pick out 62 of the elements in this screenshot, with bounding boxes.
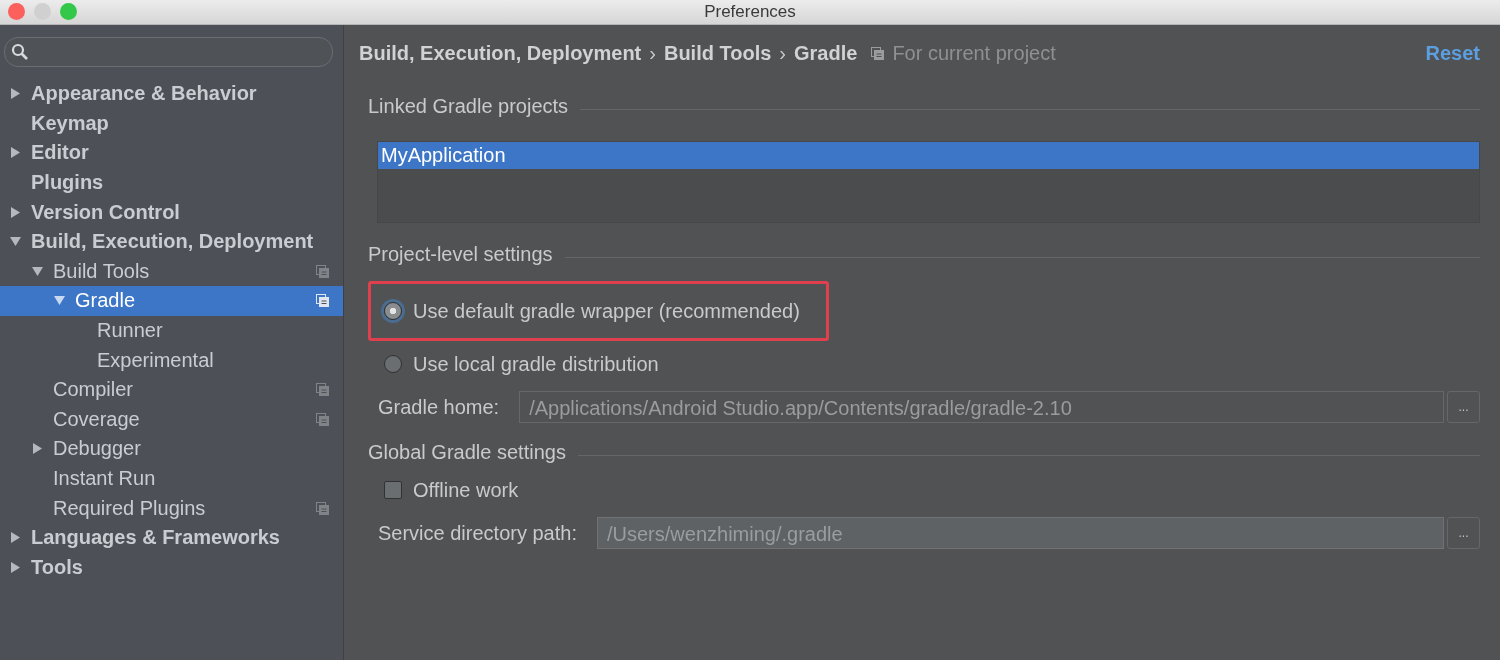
tree-label: Languages & Frameworks bbox=[31, 526, 281, 550]
tree-label: Compiler bbox=[53, 378, 135, 402]
checkbox[interactable] bbox=[384, 481, 402, 499]
field-label: Gradle home: bbox=[378, 395, 500, 419]
window-title: Preferences bbox=[704, 2, 796, 22]
section-title: Project-level settings bbox=[368, 242, 553, 266]
tree-item[interactable]: Editor bbox=[0, 138, 343, 168]
zoom-button[interactable] bbox=[60, 3, 77, 20]
close-button[interactable] bbox=[8, 3, 25, 20]
breadcrumb-item[interactable]: Gradle bbox=[794, 41, 858, 65]
tree-label: Runner bbox=[97, 319, 164, 343]
tree-item[interactable]: Runner bbox=[0, 315, 343, 346]
tree-label: Required Plugins bbox=[53, 496, 207, 520]
breadcrumb-item[interactable]: Build, Execution, Deployment bbox=[359, 41, 642, 65]
tree-item[interactable]: Instant Run bbox=[0, 463, 343, 494]
section-title: Linked Gradle projects bbox=[368, 94, 569, 118]
tree-item[interactable]: Build Tools bbox=[0, 256, 343, 287]
tree-label: Appearance & Behavior bbox=[31, 82, 258, 106]
tree-label: Experimental bbox=[97, 348, 215, 372]
minimize-button[interactable] bbox=[34, 3, 51, 20]
tree-item[interactable]: Gradle bbox=[0, 286, 343, 316]
tree-label: Version Control bbox=[31, 200, 181, 224]
project-scope-icon bbox=[871, 46, 885, 60]
tree-label: Plugins bbox=[31, 171, 105, 195]
tree-item[interactable]: Tools bbox=[0, 552, 343, 583]
path-field[interactable]: /Applications/Android Studio.app/Contents/gradle/gradle-2.10 bbox=[519, 391, 1444, 423]
tree-label: Debugger bbox=[53, 437, 142, 461]
list-item[interactable]: MyApplication bbox=[378, 142, 1479, 169]
field-label: Service directory path: bbox=[378, 521, 577, 545]
breadcrumb-separator: › bbox=[779, 41, 786, 65]
browse-button[interactable]: ... bbox=[1447, 391, 1480, 423]
tree-label: Coverage bbox=[53, 407, 141, 431]
tree-item[interactable]: Appearance & Behavior bbox=[0, 79, 343, 109]
tree-item[interactable]: Required Plugins bbox=[0, 493, 343, 523]
tree-item[interactable]: Plugins bbox=[0, 167, 343, 198]
tree-item[interactable]: Languages & Frameworks bbox=[0, 522, 343, 553]
tree-item[interactable]: Version Control bbox=[0, 197, 343, 227]
breadcrumb-separator: › bbox=[649, 41, 656, 65]
tree-item[interactable]: Keymap bbox=[0, 108, 343, 139]
search-field[interactable] bbox=[4, 37, 333, 67]
search-icon bbox=[11, 43, 29, 61]
tree-item[interactable]: Experimental bbox=[0, 345, 343, 375]
scope-label: For current project bbox=[892, 41, 1056, 65]
radio-label: Use default gradle wrapper (recommended) bbox=[413, 299, 800, 323]
breadcrumb-item[interactable]: Build Tools bbox=[663, 41, 772, 65]
tree-label: Build Tools bbox=[53, 259, 151, 283]
tree-item[interactable]: Build, Execution, Deployment bbox=[0, 226, 343, 257]
tree-label: Tools bbox=[31, 555, 84, 579]
radio-button[interactable] bbox=[384, 302, 402, 320]
tree-label: Editor bbox=[31, 141, 90, 165]
reset-link[interactable]: Reset bbox=[1425, 41, 1480, 65]
tree-label: Instant Run bbox=[53, 467, 157, 490]
tree-label: Keymap bbox=[31, 111, 110, 135]
section-title: Global Gradle settings bbox=[368, 440, 566, 464]
tree-item[interactable]: Debugger bbox=[0, 434, 343, 464]
tree-item[interactable]: Compiler bbox=[0, 374, 343, 405]
tree-label: Gradle bbox=[75, 289, 137, 313]
tree-item[interactable]: Coverage bbox=[0, 404, 343, 435]
radio-label: Use local gradle distribution bbox=[413, 352, 659, 376]
tree-label: Build, Execution, Deployment bbox=[31, 230, 315, 254]
radio-button[interactable] bbox=[384, 355, 402, 373]
checkbox-label: Offline work bbox=[413, 478, 519, 502]
